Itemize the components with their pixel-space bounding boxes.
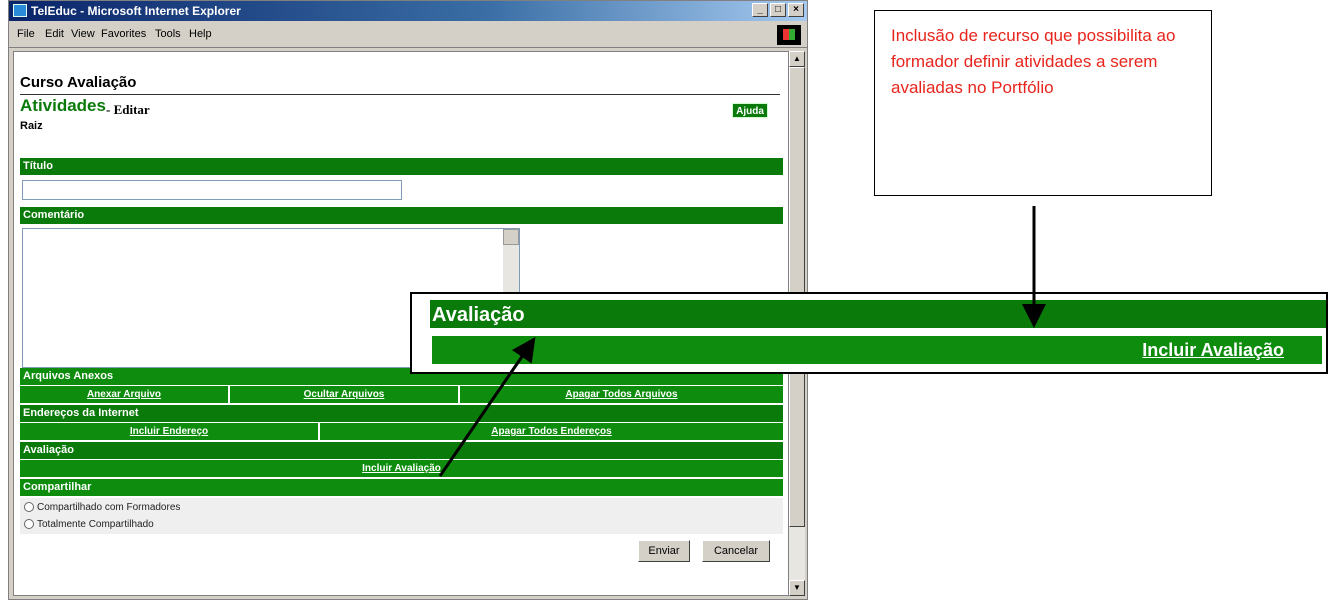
annotation-arrows [438,206,1046,477]
zoom-arrow [438,337,536,477]
